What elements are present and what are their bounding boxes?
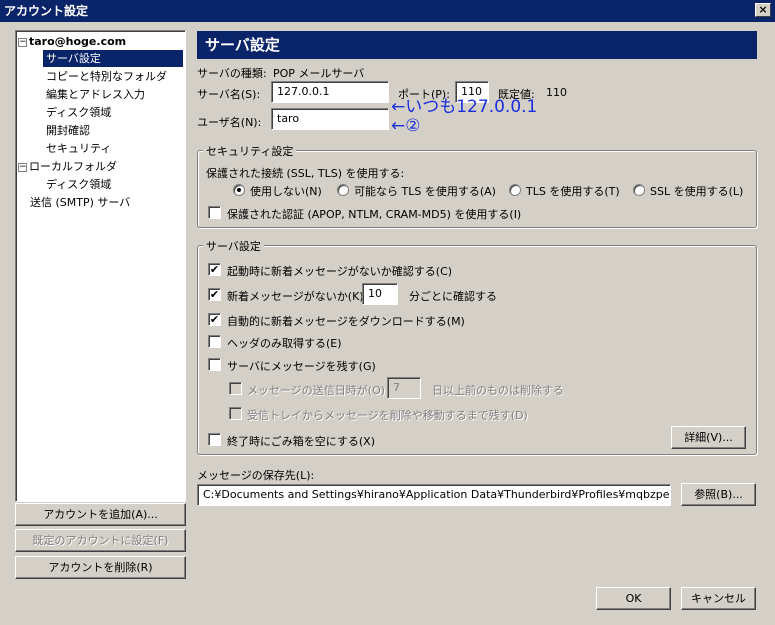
headers-only-label: ヘッダのみ取得する(E) xyxy=(227,337,342,350)
page-title: サーバ設定 xyxy=(197,31,757,59)
set-default-account-button[interactable]: 既定のアカウントに設定(F) xyxy=(15,529,186,552)
check-startup-checkbox[interactable]: ✔ xyxy=(208,263,221,276)
check-every-label: 新着メッセージがないか(K) xyxy=(227,290,364,303)
annotation-user-note: ←② xyxy=(391,116,421,136)
tree-item-smtp[interactable]: 送信 (SMTP) サーバ xyxy=(30,194,130,211)
tree-item-label: ディスク領域 xyxy=(46,106,112,119)
server-settings-group-title: サーバ設定 xyxy=(203,238,264,254)
tree-item-composition[interactable]: 編集とアドレス入力 xyxy=(46,86,145,103)
auto-download-checkbox[interactable]: ✔ xyxy=(208,313,221,326)
cancel-button[interactable]: キャンセル xyxy=(681,587,756,610)
window-title: アカウント設定 xyxy=(4,4,89,18)
check-icon: ✔ xyxy=(209,313,220,326)
storage-label: メッセージの保存先(L): xyxy=(197,469,315,482)
empty-trash-checkbox[interactable] xyxy=(208,433,221,446)
tree-item-disk-space[interactable]: ディスク領域 xyxy=(46,104,111,121)
storage-path-input[interactable]: C:¥Documents and Settings¥hirano¥Applica… xyxy=(197,484,671,506)
remove-account-button[interactable]: アカウントを削除(R) xyxy=(15,556,186,579)
server-name-input[interactable]: 127.0.0.1 xyxy=(271,81,389,103)
advanced-button[interactable]: 詳細(V)... xyxy=(671,426,746,449)
browse-button[interactable]: 参照(B)... xyxy=(681,483,756,506)
delete-after-suffix: 日以上前のものは削除する xyxy=(432,384,564,397)
username-label: ユーザ名(N): xyxy=(197,116,262,129)
radio-tls-if-available-label: 可能なら TLS を使用する(A) xyxy=(354,185,496,198)
leave-on-server-label: サーバにメッセージを残す(G) xyxy=(227,360,376,373)
check-interval-suffix: 分ごとに確認する xyxy=(409,290,497,303)
radio-ssl-label: SSL を使用する(L) xyxy=(650,185,744,198)
check-every-checkbox[interactable]: ✔ xyxy=(208,288,221,301)
add-account-button[interactable]: アカウントを追加(A)... xyxy=(15,503,186,526)
tree-account-label: taro@hoge.com xyxy=(29,35,127,48)
annotation-server-note: ←いつも127.0.0.1 xyxy=(391,97,538,117)
check-startup-label: 起動時に新着メッセージがないか確認する(C) xyxy=(227,265,453,278)
radio-tls-label: TLS を使用する(T) xyxy=(526,185,620,198)
secure-connection-label: 保護された接続 (SSL, TLS) を使用する: xyxy=(206,167,405,180)
headers-only-checkbox[interactable] xyxy=(208,335,221,348)
tree-item-label: セキュリティ xyxy=(46,142,112,155)
tree-item-label: 開封確認 xyxy=(46,124,90,137)
username-input[interactable]: taro xyxy=(271,108,389,130)
leave-on-server-checkbox[interactable] xyxy=(208,358,221,371)
tree-item-return-receipts[interactable]: 開封確認 xyxy=(46,122,90,139)
tree-item-label: 送信 (SMTP) サーバ xyxy=(30,196,131,209)
radio-no-ssl-label: 使用しない(N) xyxy=(250,185,322,198)
tree-item-label: サーバ設定 xyxy=(46,52,101,65)
tree-item-copies-folders[interactable]: コピーと特別なフォルダ xyxy=(46,68,167,85)
tree-item-server-settings[interactable]: サーバ設定 xyxy=(43,50,183,67)
radio-dot xyxy=(237,188,241,192)
delete-after-label: メッセージの送信日時が(O) xyxy=(247,384,386,397)
close-button[interactable]: × xyxy=(755,3,771,17)
account-tree[interactable]: − taro@hoge.com サーバ設定 コピーと特別なフォルダ 編集とアドレス… xyxy=(15,30,186,502)
tree-item-label: コピーと特別なフォルダ xyxy=(46,70,167,83)
ok-button[interactable]: OK xyxy=(596,587,671,610)
delete-until-label: 受信トレイからメッセージを削除や移動するまで残す(D) xyxy=(247,409,528,422)
tree-local-folders[interactable]: − ローカルフォルダ xyxy=(18,158,117,175)
secure-auth-checkbox[interactable] xyxy=(208,206,221,219)
collapse-icon[interactable]: − xyxy=(18,37,27,47)
security-group-title: セキュリティ設定 xyxy=(203,143,297,159)
radio-tls[interactable] xyxy=(509,184,521,196)
check-icon: ✔ xyxy=(209,288,220,301)
auto-download-label: 自動的に新着メッセージをダウンロードする(M) xyxy=(227,315,465,328)
tree-account[interactable]: − taro@hoge.com xyxy=(18,33,126,50)
window-title-bar: アカウント設定 xyxy=(0,0,775,22)
empty-trash-label: 終了時にごみ箱を空にする(X) xyxy=(227,435,376,448)
tree-item-local-disk-space[interactable]: ディスク領域 xyxy=(46,176,111,193)
tree-local-folders-label: ローカルフォルダ xyxy=(29,160,117,173)
secure-auth-label: 保護された認証 (APOP, NTLM, CRAM-MD5) を使用する(I) xyxy=(227,208,522,221)
tree-item-label: ディスク領域 xyxy=(46,178,112,191)
default-port-value: 110 xyxy=(546,86,567,99)
delete-after-checkbox[interactable] xyxy=(229,382,242,395)
collapse-icon[interactable]: − xyxy=(18,162,27,172)
check-icon: ✔ xyxy=(209,263,220,276)
radio-no-ssl[interactable] xyxy=(233,184,245,196)
server-type-value: POP メールサーバ xyxy=(273,67,365,80)
server-name-label: サーバ名(S): xyxy=(197,88,261,101)
server-type-label: サーバの種類: xyxy=(197,67,267,80)
radio-tls-if-available[interactable] xyxy=(337,184,349,196)
tree-item-security[interactable]: セキュリティ xyxy=(46,140,111,157)
check-interval-input[interactable]: 10 xyxy=(362,283,398,305)
delete-until-checkbox[interactable] xyxy=(229,407,242,420)
tree-item-label: 編集とアドレス入力 xyxy=(46,88,145,101)
delete-after-days-input[interactable]: 7 xyxy=(387,377,421,399)
radio-ssl[interactable] xyxy=(633,184,645,196)
